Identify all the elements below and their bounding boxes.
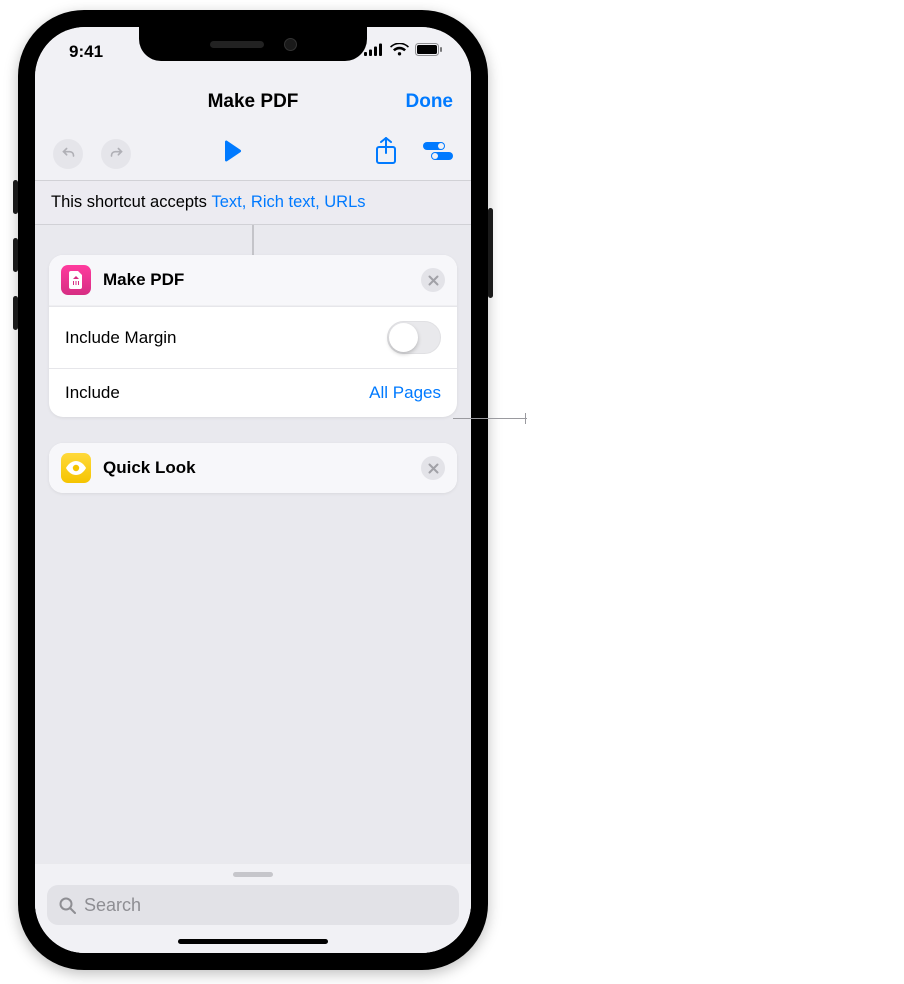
- action-header-quick-look[interactable]: Quick Look: [49, 443, 457, 493]
- nav-bar: Make PDF Done: [35, 77, 471, 127]
- action-header-make-pdf[interactable]: Make PDF: [49, 255, 457, 306]
- done-button[interactable]: Done: [406, 91, 454, 113]
- search-placeholder: Search: [84, 895, 141, 916]
- battery-icon: [415, 43, 443, 61]
- notch: [139, 27, 367, 61]
- action-title-make-pdf: Make PDF: [103, 270, 184, 290]
- settings-toggle-button[interactable]: [423, 141, 453, 166]
- switch-include-margin[interactable]: [387, 321, 441, 354]
- action-title-quick-look: Quick Look: [103, 458, 196, 478]
- remove-action-make-pdf[interactable]: [421, 268, 445, 292]
- cell-signal-icon: [364, 43, 384, 61]
- home-indicator[interactable]: [178, 939, 328, 944]
- row-include-margin: Include Margin: [49, 306, 457, 368]
- front-camera: [284, 38, 297, 51]
- screen: 9:41 Make PDF Done: [35, 27, 471, 953]
- row-include-pages[interactable]: Include All Pages: [49, 368, 457, 417]
- callout-line: [453, 418, 527, 419]
- pdf-doc-icon: [61, 265, 91, 295]
- share-button[interactable]: [375, 137, 397, 170]
- phone-frame: 9:41 Make PDF Done: [18, 10, 488, 970]
- value-include-pages: All Pages: [369, 383, 441, 403]
- sheet-grabber[interactable]: [233, 872, 273, 877]
- play-button[interactable]: [223, 149, 243, 166]
- redo-button[interactable]: [101, 139, 131, 169]
- search-input[interactable]: Search: [47, 885, 459, 925]
- callout-tick: [525, 413, 526, 424]
- accepts-prefix: This shortcut accepts: [51, 193, 211, 211]
- label-include-margin: Include Margin: [65, 328, 177, 348]
- workflow-canvas: Make PDF Include Margin Include All Page…: [35, 225, 471, 953]
- speaker-grille: [210, 41, 264, 48]
- status-time: 9:41: [69, 42, 103, 62]
- search-icon: [59, 897, 76, 914]
- label-include: Include: [65, 383, 120, 403]
- flow-connector: [252, 225, 254, 255]
- page-title: Make PDF: [208, 91, 299, 113]
- wifi-icon: [390, 43, 409, 61]
- eye-icon: [61, 453, 91, 483]
- accepts-banner[interactable]: This shortcut accepts Text, Rich text, U…: [35, 181, 471, 225]
- accepts-types: Text, Rich text, URLs: [211, 193, 365, 211]
- remove-action-quick-look[interactable]: [421, 456, 445, 480]
- undo-button[interactable]: [53, 139, 83, 169]
- action-card-make-pdf: Make PDF Include Margin Include All Page…: [49, 255, 457, 417]
- action-card-quick-look: Quick Look: [49, 443, 457, 493]
- toolbar: [35, 127, 471, 181]
